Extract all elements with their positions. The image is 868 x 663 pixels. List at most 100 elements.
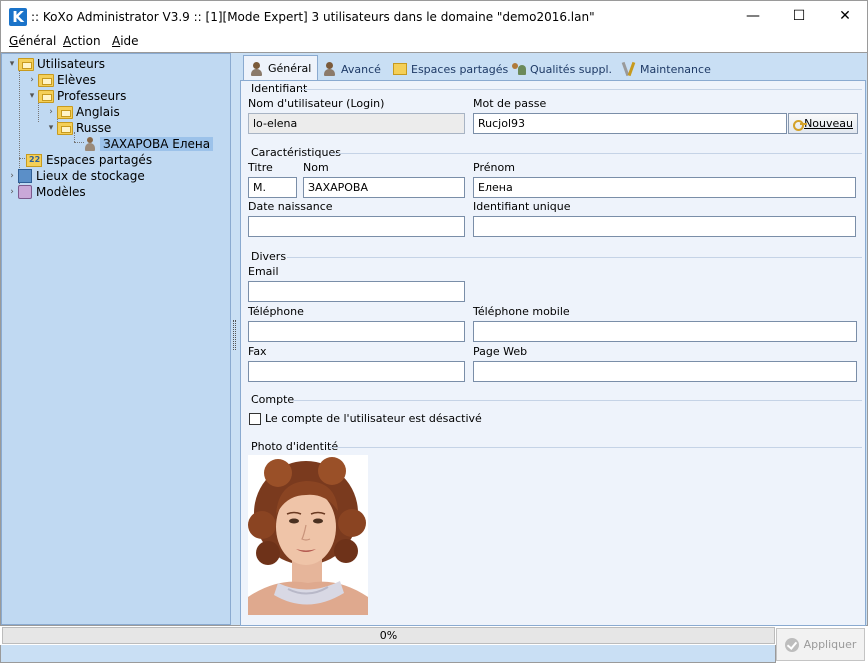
phone-label: Téléphone — [248, 305, 304, 318]
tree-item-user-zakharova[interactable]: ЗАХАРОВА Елена — [84, 136, 214, 152]
title-label: Titre — [248, 161, 273, 174]
new-password-button-label: Nouveau — [804, 117, 853, 130]
menu-bar: Général Action Aide — [0, 32, 868, 52]
email-field[interactable] — [248, 281, 465, 302]
section-title-identifiant: Identifiant — [251, 82, 308, 95]
template-icon — [18, 185, 32, 199]
login-field[interactable]: lo-elena — [248, 113, 465, 134]
folder-icon — [38, 89, 54, 103]
chevron-down-icon[interactable]: ▾ — [45, 123, 57, 133]
folder-icon — [18, 57, 34, 71]
birthdate-label: Date naissance — [248, 200, 333, 213]
tab-label: Maintenance — [640, 62, 711, 76]
title-bar: K :: KoXo Administrator V3.9 :: [1][Mode… — [0, 0, 868, 32]
shared-folder-icon — [26, 153, 42, 167]
tab-qualites-suppl[interactable]: Qualités suppl. — [506, 57, 618, 81]
folder-icon — [57, 121, 73, 135]
tab-label: Général — [268, 62, 312, 75]
uid-field[interactable] — [473, 216, 856, 237]
chevron-right-icon[interactable]: › — [6, 171, 18, 181]
user-icon — [323, 62, 337, 76]
fax-field[interactable] — [248, 361, 465, 382]
menu-aide[interactable]: Aide — [112, 34, 139, 48]
menu-action[interactable]: Action — [63, 34, 101, 48]
password-label: Mot de passe — [473, 97, 547, 110]
tree-item-label: Russe — [76, 121, 112, 135]
tree-item-anglais[interactable]: › Anglais — [45, 104, 120, 120]
koxo-logo-icon[interactable]: K — [9, 8, 27, 26]
id-photo[interactable] — [248, 455, 368, 615]
maximize-button[interactable]: ☐ — [776, 1, 822, 32]
login-label: Nom d'utilisateur (Login) — [248, 97, 385, 110]
navigation-tree[interactable]: ▾ Utilisateurs › Elèves ▾ Professeurs › … — [1, 53, 231, 625]
tree-item-label: Elèves — [57, 73, 97, 87]
section-title-compte: Compte — [251, 393, 295, 406]
tree-item-label: ЗАХАРОВА Елена — [100, 137, 214, 151]
email-label: Email — [248, 265, 279, 278]
name-label: Nom — [303, 161, 329, 174]
tree-item-modeles[interactable]: › Modèles — [6, 184, 86, 200]
chevron-down-icon[interactable]: ▾ — [6, 59, 18, 69]
tree-item-label: Utilisateurs — [37, 57, 105, 71]
tab-label: Avancé — [341, 62, 381, 76]
tools-icon — [622, 62, 636, 76]
section-title-caracteristiques: Caractéristiques — [251, 146, 341, 159]
tab-label: Espaces partagés — [411, 62, 509, 76]
tab-espaces-partages[interactable]: Espaces partagés — [387, 57, 514, 81]
apply-button[interactable]: Appliquer — [776, 628, 865, 661]
tree-item-russe[interactable]: ▾ Russe — [45, 120, 112, 136]
chevron-right-icon[interactable]: › — [26, 75, 38, 85]
name-field[interactable]: ЗАХАРОВА — [303, 177, 465, 198]
firstname-field[interactable]: Елена — [473, 177, 856, 198]
tab-maintenance[interactable]: Maintenance — [616, 57, 717, 81]
tree-item-espaces-partages[interactable]: Espaces partagés — [26, 152, 152, 168]
folder-icon — [57, 105, 73, 119]
close-button[interactable]: ✕ — [822, 1, 868, 32]
panel-splitter[interactable] — [233, 320, 236, 350]
section-title-divers: Divers — [251, 250, 287, 263]
tree-item-label: Lieux de stockage — [36, 169, 145, 183]
minimize-button[interactable]: — — [730, 1, 776, 32]
progress-bar: 0% — [2, 627, 775, 644]
chevron-right-icon[interactable]: › — [45, 107, 57, 117]
portrait-image — [248, 455, 368, 615]
new-password-button[interactable]: Nouveau — [788, 113, 858, 134]
tree-item-label: Modèles — [36, 185, 86, 199]
account-disabled-label[interactable]: Le compte de l'utilisateur est désactivé — [265, 412, 482, 425]
phone-field[interactable] — [248, 321, 465, 342]
web-field[interactable] — [473, 361, 857, 382]
firstname-label: Prénom — [473, 161, 515, 174]
window-title: :: KoXo Administrator V3.9 :: [1][Mode E… — [31, 10, 595, 24]
web-label: Page Web — [473, 345, 528, 358]
tab-avance[interactable]: Avancé — [317, 57, 387, 81]
mobile-field[interactable] — [473, 321, 857, 342]
password-field[interactable]: Rucjol93 — [473, 113, 787, 134]
folder-icon — [38, 73, 54, 87]
tree-item-lieux-stockage[interactable]: › Lieux de stockage — [6, 168, 145, 184]
tree-item-label: Espaces partagés — [46, 153, 153, 167]
tree-item-utilisateurs[interactable]: ▾ Utilisateurs — [6, 56, 105, 72]
check-icon — [784, 637, 799, 652]
users-icon — [512, 62, 526, 76]
user-icon — [250, 61, 264, 76]
tab-strip: Général Avancé Espaces partagés Qualités… — [240, 55, 866, 81]
tab-label: Qualités suppl. — [530, 62, 613, 76]
section-title-photo: Photo d'identité — [251, 440, 339, 453]
tab-general[interactable]: Général — [243, 55, 319, 81]
tree-item-label: Professeurs — [57, 89, 127, 103]
storage-icon — [18, 169, 32, 183]
chevron-down-icon[interactable]: ▾ — [26, 91, 38, 101]
birthdate-field[interactable] — [248, 216, 465, 237]
chevron-right-icon[interactable]: › — [6, 187, 18, 197]
key-icon — [793, 119, 808, 131]
shared-folder-icon — [393, 63, 407, 75]
uid-label: Identifiant unique — [473, 200, 571, 213]
tree-item-label: Anglais — [76, 105, 120, 119]
tree-item-eleves[interactable]: › Elèves — [26, 72, 96, 88]
mobile-label: Téléphone mobile — [473, 305, 570, 318]
menu-general[interactable]: Général — [9, 34, 56, 48]
progress-text: 0% — [379, 629, 398, 642]
title-field[interactable]: M. — [248, 177, 297, 198]
account-disabled-checkbox[interactable] — [249, 413, 261, 425]
tree-item-professeurs[interactable]: ▾ Professeurs — [26, 88, 127, 104]
